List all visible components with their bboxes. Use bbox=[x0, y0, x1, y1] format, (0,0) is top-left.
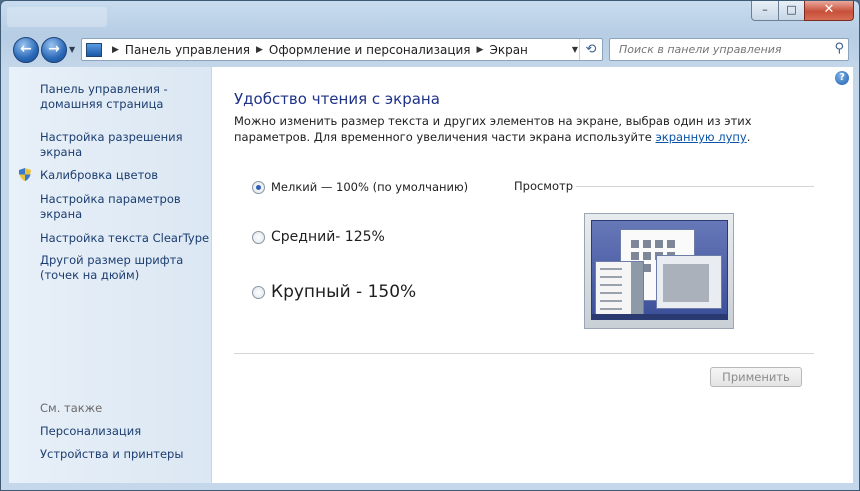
see-also-label: См. также bbox=[40, 401, 103, 415]
back-arrow-icon: ← bbox=[20, 41, 32, 57]
sidebar-item-cleartype[interactable]: Настройка текста ClearType bbox=[40, 231, 209, 246]
search-box[interactable]: ⚲ bbox=[609, 38, 849, 61]
address-dropdown-icon[interactable]: ▼ bbox=[572, 45, 578, 54]
sidebar: Панель управления - домашняя страница На… bbox=[9, 67, 212, 483]
sidebar-item-personalization[interactable]: Персонализация bbox=[40, 424, 141, 439]
help-icon[interactable]: ? bbox=[835, 71, 849, 85]
page-title: Удобство чтения с экрана bbox=[234, 90, 440, 108]
maximize-button[interactable]: □ bbox=[778, 1, 805, 21]
breadcrumb-display[interactable]: Экран bbox=[489, 43, 527, 57]
breadcrumb-appearance[interactable]: Оформление и персонализация bbox=[269, 43, 471, 57]
radio-large[interactable] bbox=[252, 285, 265, 299]
option-large-label: Крупный - 150% bbox=[271, 282, 417, 302]
maximize-icon: □ bbox=[786, 3, 797, 16]
control-panel-window: – □ ✕ ← → ▼ ▶ Панель управления ▶ Оформл… bbox=[0, 0, 860, 491]
sidebar-item-dpi[interactable]: Другой размер шрифта (точек на дюйм) bbox=[40, 253, 183, 283]
sidebar-item-display-settings[interactable]: Настройка параметров экрана bbox=[40, 192, 181, 222]
apply-button[interactable]: Применить bbox=[710, 367, 802, 387]
sidebar-item-resolution[interactable]: Настройка разрешения экрана bbox=[40, 130, 183, 160]
refresh-icon[interactable]: ⟲ bbox=[579, 39, 602, 60]
preview-window-image bbox=[656, 255, 722, 309]
close-icon: ✕ bbox=[823, 2, 835, 17]
search-icon[interactable]: ⚲ bbox=[834, 41, 844, 56]
sidebar-item-color-calibration[interactable]: Калибровка цветов bbox=[40, 168, 158, 183]
preview-image bbox=[584, 213, 734, 329]
chevron-right-icon[interactable]: ▶ bbox=[477, 45, 484, 55]
chevron-right-icon[interactable]: ▶ bbox=[256, 45, 263, 55]
preview-divider bbox=[576, 186, 814, 187]
description-end: . bbox=[746, 130, 751, 144]
minimize-icon: – bbox=[762, 3, 768, 16]
sidebar-item-devices-printers[interactable]: Устройства и принтеры bbox=[40, 447, 183, 462]
option-medium[interactable]: Средний- 125% bbox=[252, 229, 385, 245]
preview-label: Просмотр bbox=[514, 179, 574, 193]
description-text: Можно изменить размер текста и других эл… bbox=[234, 113, 814, 145]
recent-pages-dropdown-icon[interactable]: ▼ bbox=[69, 45, 75, 54]
divider bbox=[234, 353, 814, 354]
main-content: ? Удобство чтения с экрана Можно изменит… bbox=[212, 67, 853, 483]
breadcrumb-control-panel[interactable]: Панель управления bbox=[125, 43, 250, 57]
preview-window-list bbox=[595, 261, 644, 315]
window-title-area bbox=[7, 7, 107, 27]
option-small[interactable]: Мелкий — 100% (по умолчанию) bbox=[252, 180, 468, 194]
magnifier-link[interactable]: экранную лупу bbox=[655, 130, 746, 144]
preview-taskbar bbox=[592, 314, 727, 319]
radio-small[interactable] bbox=[252, 180, 265, 194]
radio-medium[interactable] bbox=[252, 230, 265, 244]
back-button[interactable]: ← bbox=[13, 37, 39, 63]
option-large[interactable]: Крупный - 150% bbox=[252, 282, 416, 302]
search-input[interactable] bbox=[617, 42, 821, 57]
chevron-right-icon[interactable]: ▶ bbox=[112, 45, 119, 55]
uac-shield-icon bbox=[19, 168, 31, 181]
forward-arrow-icon: → bbox=[48, 41, 60, 57]
option-small-label: Мелкий — 100% (по умолчанию) bbox=[271, 180, 469, 194]
sidebar-item-home[interactable]: Панель управления - домашняя страница bbox=[40, 82, 168, 112]
preview-screen bbox=[591, 220, 728, 320]
address-bar[interactable]: ▶ Панель управления ▶ Оформление и персо… bbox=[81, 38, 603, 61]
option-medium-label: Средний- 125% bbox=[271, 229, 385, 245]
control-panel-icon bbox=[86, 42, 102, 57]
forward-button[interactable]: → bbox=[41, 37, 67, 63]
minimize-button[interactable]: – bbox=[751, 1, 779, 21]
close-button[interactable]: ✕ bbox=[804, 1, 854, 21]
